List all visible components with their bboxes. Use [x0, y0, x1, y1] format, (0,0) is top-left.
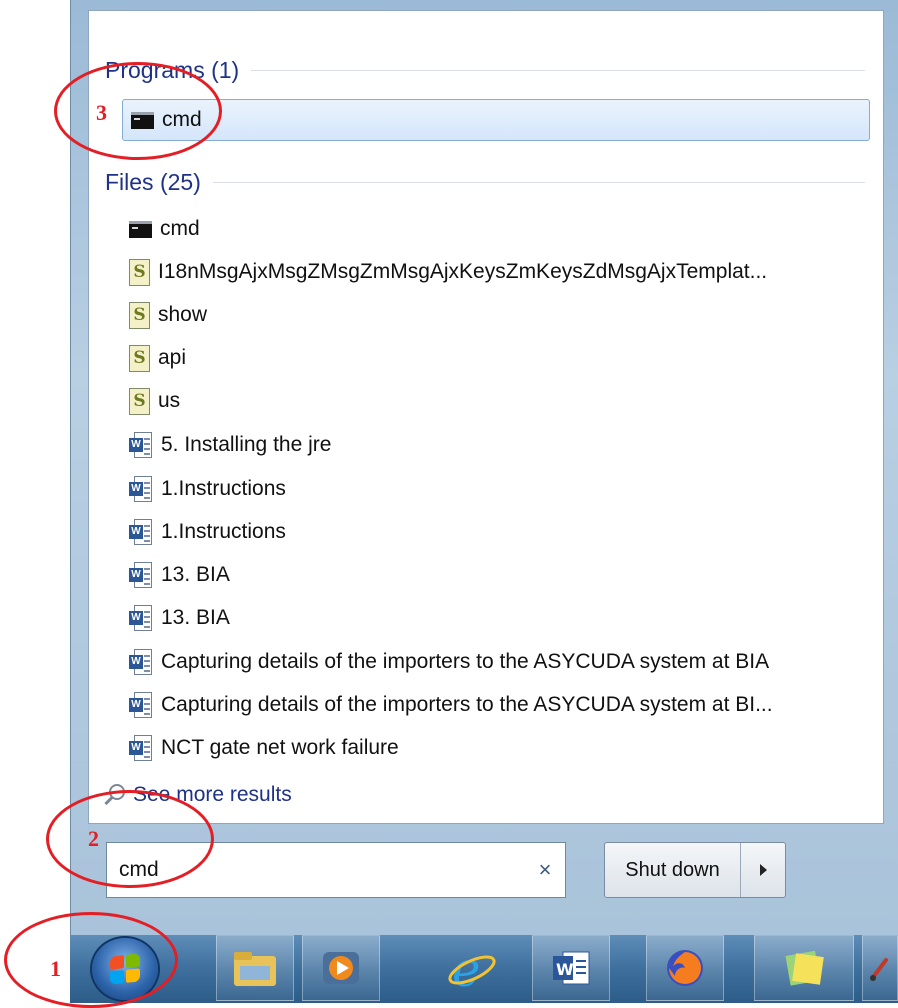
- close-icon[interactable]: ×: [525, 857, 565, 883]
- script-icon: S: [129, 258, 150, 286]
- word-doc-icon: W: [129, 476, 153, 502]
- file-result-item[interactable]: W 1.Instructions: [129, 512, 869, 552]
- file-result-item[interactable]: W 13. BIA: [129, 555, 869, 595]
- file-result-item[interactable]: S us: [129, 381, 869, 421]
- sticky-notes-icon[interactable]: [754, 935, 854, 1001]
- annotation-circle-step1: [4, 912, 178, 1008]
- programs-section-header: Programs (1): [105, 57, 865, 84]
- file-result-label: Capturing details of the importers to th…: [161, 650, 770, 673]
- file-result-item[interactable]: S I18nMsgAjxMsgZMsgZmMsgAjxKeysZmKeysZdM…: [129, 252, 869, 292]
- file-result-label: show: [158, 303, 208, 326]
- firefox-icon[interactable]: [646, 935, 724, 1001]
- internet-explorer-icon[interactable]: e: [432, 935, 510, 1001]
- file-result-label: 13. BIA: [161, 606, 230, 629]
- word-icon[interactable]: W: [532, 935, 610, 1001]
- word-doc-icon: W: [129, 432, 153, 458]
- annotation-circle-step2: [46, 790, 214, 888]
- paint-icon[interactable]: [862, 935, 898, 1001]
- section-divider: [212, 182, 865, 183]
- shutdown-button[interactable]: Shut down: [605, 843, 741, 897]
- file-result-label: 1.Instructions: [161, 520, 286, 543]
- shutdown-options-button[interactable]: [741, 864, 785, 876]
- file-result-label: Capturing details of the importers to th…: [161, 693, 773, 716]
- files-header-label: Files (25): [105, 169, 201, 195]
- file-result-item[interactable]: W 1.Instructions: [129, 469, 869, 509]
- word-doc-icon: W: [129, 605, 153, 631]
- file-result-label: NCT gate net work failure: [161, 736, 399, 759]
- chevron-right-icon: [759, 864, 767, 876]
- file-explorer-icon[interactable]: [216, 935, 294, 1001]
- media-player-icon[interactable]: [302, 935, 380, 1001]
- word-doc-icon: W: [129, 735, 153, 761]
- word-doc-icon: W: [129, 692, 153, 718]
- file-result-item[interactable]: W 13. BIA: [129, 598, 869, 638]
- file-result-label: cmd: [160, 217, 200, 240]
- shutdown-button-group: Shut down: [604, 842, 786, 898]
- file-result-item[interactable]: S show: [129, 295, 869, 335]
- svg-text:W: W: [556, 960, 574, 979]
- word-doc-icon: W: [129, 649, 153, 675]
- annotation-step3-number: 3: [96, 100, 107, 125]
- file-result-item[interactable]: W NCT gate net work failure: [129, 728, 869, 768]
- file-result-label: 1.Instructions: [161, 477, 286, 500]
- program-result-cmd[interactable]: cmd: [122, 99, 870, 141]
- file-result-label: I18nMsgAjxMsgZMsgZmMsgAjxKeysZmKeysZdMsg…: [158, 260, 768, 283]
- script-icon: S: [129, 301, 150, 329]
- script-icon: S: [129, 387, 150, 415]
- file-result-item[interactable]: W 5. Installing the jre: [129, 425, 869, 465]
- section-divider: [251, 70, 865, 71]
- file-result-label: 5. Installing the jre: [161, 433, 332, 456]
- file-result-label: api: [158, 346, 187, 369]
- word-doc-icon: W: [129, 519, 153, 545]
- file-result-item[interactable]: W Capturing details of the importers to …: [129, 642, 869, 682]
- cmd-icon: [129, 220, 152, 238]
- script-icon: S: [129, 344, 150, 372]
- file-result-item[interactable]: W Capturing details of the importers to …: [129, 685, 869, 725]
- word-doc-icon: W: [129, 562, 153, 588]
- file-result-label: 13. BIA: [161, 563, 230, 586]
- files-section-header: Files (25): [105, 169, 865, 196]
- annotation-step1-number: 1: [50, 956, 61, 981]
- file-result-label: us: [158, 389, 181, 412]
- annotation-circle-step3: [54, 62, 222, 160]
- file-result-item[interactable]: cmd: [129, 209, 869, 249]
- annotation-step2-number: 2: [88, 826, 99, 851]
- file-result-item[interactable]: S api: [129, 338, 869, 378]
